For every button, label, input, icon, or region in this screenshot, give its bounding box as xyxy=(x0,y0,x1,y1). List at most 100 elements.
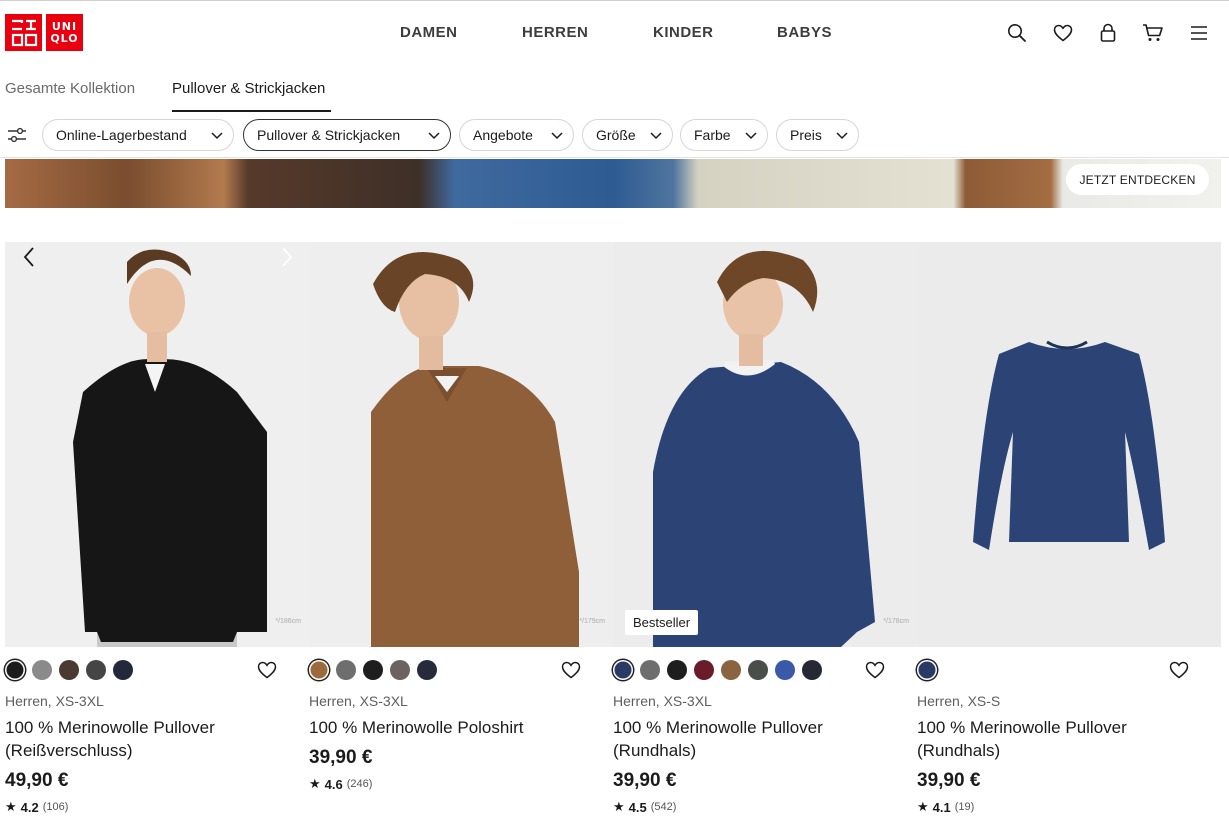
nav-kinder[interactable]: KINDER xyxy=(653,24,714,41)
model-size-note: */178cm xyxy=(883,618,909,625)
color-swatch[interactable] xyxy=(640,660,660,680)
product-card[interactable]: */186cm Herren, XS-3XL 100 % Merinowolle… xyxy=(5,242,309,839)
filter-label: Angebote xyxy=(473,127,533,143)
favorite-heart-icon[interactable] xyxy=(257,660,277,680)
color-swatches xyxy=(613,660,822,680)
product-name[interactable]: 100 % Merinowolle Pullover (Reißverschlu… xyxy=(5,716,295,762)
review-count: (542) xyxy=(650,801,677,813)
filter-label: Pullover & Strickjacken xyxy=(257,127,401,143)
cart-icon[interactable] xyxy=(1142,22,1164,44)
product-card[interactable]: */178cm Bestseller Herren, XS-3XL 100 % … xyxy=(613,242,917,839)
color-swatch[interactable] xyxy=(336,660,356,680)
top-border xyxy=(0,0,1229,1)
review-count: (19) xyxy=(954,801,975,813)
product-rating: ★ 4.2 (106) xyxy=(5,799,68,815)
filter-farbe[interactable]: Farbe xyxy=(680,119,768,151)
product-card[interactable]: Herren, XS-S 100 % Merinowolle Pullover … xyxy=(917,242,1221,839)
product-name[interactable]: 100 % Merinowolle Poloshirt xyxy=(309,716,599,739)
product-price: 39,90 € xyxy=(309,747,373,768)
product-price: 49,90 € xyxy=(5,770,69,791)
banner-cta-button[interactable]: JETZT ENTDECKEN xyxy=(1066,164,1209,195)
chevron-down-icon xyxy=(836,132,848,140)
chevron-down-icon xyxy=(211,132,223,140)
product-gender-sizes: Herren, XS-3XL xyxy=(5,693,104,709)
product-image[interactable]: */179cm xyxy=(309,242,613,647)
prev-image-arrow-icon[interactable] xyxy=(19,242,39,272)
color-swatch[interactable] xyxy=(5,660,25,680)
model-photo xyxy=(613,242,917,647)
filter-label: Preis xyxy=(790,127,822,143)
filter-preis[interactable]: Preis xyxy=(776,119,859,151)
favorite-heart-icon[interactable] xyxy=(1169,660,1189,680)
color-swatch[interactable] xyxy=(390,660,410,680)
color-swatch[interactable] xyxy=(748,660,768,680)
nav-babys[interactable]: BABYS xyxy=(777,24,832,41)
product-image[interactable]: */186cm xyxy=(5,242,309,647)
chevron-down-icon xyxy=(551,132,563,140)
model-photo xyxy=(309,242,613,647)
product-name[interactable]: 100 % Merinowolle Pullover (Rundhals) xyxy=(613,716,903,762)
review-count: (106) xyxy=(42,801,69,813)
tab-pullover-strickjacken[interactable]: Pullover & Strickjacken xyxy=(172,80,325,97)
filter-settings-icon[interactable] xyxy=(6,124,28,146)
star-icon: ★ xyxy=(613,799,625,814)
filter-label: Farbe xyxy=(694,127,731,143)
filter-online-lagerbestand[interactable]: Online-Lagerbestand xyxy=(42,119,234,151)
chevron-down-icon xyxy=(428,132,440,140)
color-swatch[interactable] xyxy=(917,660,937,680)
menu-icon[interactable] xyxy=(1188,22,1210,44)
product-card[interactable]: */179cm Herren, XS-3XL 100 % Merinowolle… xyxy=(309,242,613,839)
color-swatch[interactable] xyxy=(86,660,106,680)
favorite-heart-icon[interactable] xyxy=(561,660,581,680)
filter-label: Online-Lagerbestand xyxy=(56,127,187,143)
color-swatch[interactable] xyxy=(667,660,687,680)
review-count: (246) xyxy=(346,778,373,790)
color-swatch[interactable] xyxy=(721,660,741,680)
product-rating: ★ 4.1 (19) xyxy=(917,799,974,815)
product-name[interactable]: 100 % Merinowolle Pullover (Rundhals) xyxy=(917,716,1207,762)
rating-value: 4.5 xyxy=(628,799,647,815)
model-photo xyxy=(5,242,309,647)
rating-value: 4.2 xyxy=(20,799,39,815)
color-swatch[interactable] xyxy=(59,660,79,680)
model-size-note: */179cm xyxy=(579,618,605,625)
favorite-heart-icon[interactable] xyxy=(865,660,885,680)
star-icon: ★ xyxy=(917,799,929,814)
color-swatch[interactable] xyxy=(417,660,437,680)
color-swatch[interactable] xyxy=(32,660,52,680)
account-icon[interactable] xyxy=(1097,22,1119,44)
filter-groesse[interactable]: Größe xyxy=(582,119,673,151)
wishlist-heart-icon[interactable] xyxy=(1052,22,1074,44)
next-image-arrow-icon[interactable] xyxy=(277,242,297,272)
color-swatch[interactable] xyxy=(613,660,633,680)
color-swatch[interactable] xyxy=(694,660,714,680)
star-icon: ★ xyxy=(5,799,17,814)
chevron-down-icon xyxy=(650,132,662,140)
star-icon: ★ xyxy=(309,776,321,791)
filter-angebote[interactable]: Angebote xyxy=(459,119,574,151)
color-swatch[interactable] xyxy=(309,660,329,680)
color-swatch[interactable] xyxy=(363,660,383,680)
product-gender-sizes: Herren, XS-3XL xyxy=(309,693,408,709)
product-price: 39,90 € xyxy=(613,770,677,791)
color-swatch[interactable] xyxy=(113,660,133,680)
product-image[interactable]: */178cm Bestseller xyxy=(613,242,917,647)
product-rating: ★ 4.6 (246) xyxy=(309,776,372,792)
color-swatch[interactable] xyxy=(775,660,795,680)
color-swatch[interactable] xyxy=(802,660,822,680)
product-gender-sizes: Herren, XS-3XL xyxy=(613,693,712,709)
filter-pullover-strickjacken[interactable]: Pullover & Strickjacken xyxy=(243,119,451,151)
promo-banner-image[interactable] xyxy=(5,159,1221,208)
search-icon[interactable] xyxy=(1006,22,1028,44)
nav-herren[interactable]: HERREN xyxy=(522,24,588,41)
flatlay-photo xyxy=(917,242,1221,647)
tab-gesamte-kollektion[interactable]: Gesamte Kollektion xyxy=(5,80,135,97)
filter-label: Größe xyxy=(596,127,636,143)
chevron-down-icon xyxy=(745,132,757,140)
product-image[interactable] xyxy=(917,242,1221,647)
product-rating: ★ 4.5 (542) xyxy=(613,799,676,815)
rating-value: 4.1 xyxy=(932,799,951,815)
color-swatches xyxy=(5,660,133,680)
nav-damen[interactable]: DAMEN xyxy=(400,24,458,41)
main-navigation: DAMEN HERREN KINDER BABYS xyxy=(0,24,1229,44)
